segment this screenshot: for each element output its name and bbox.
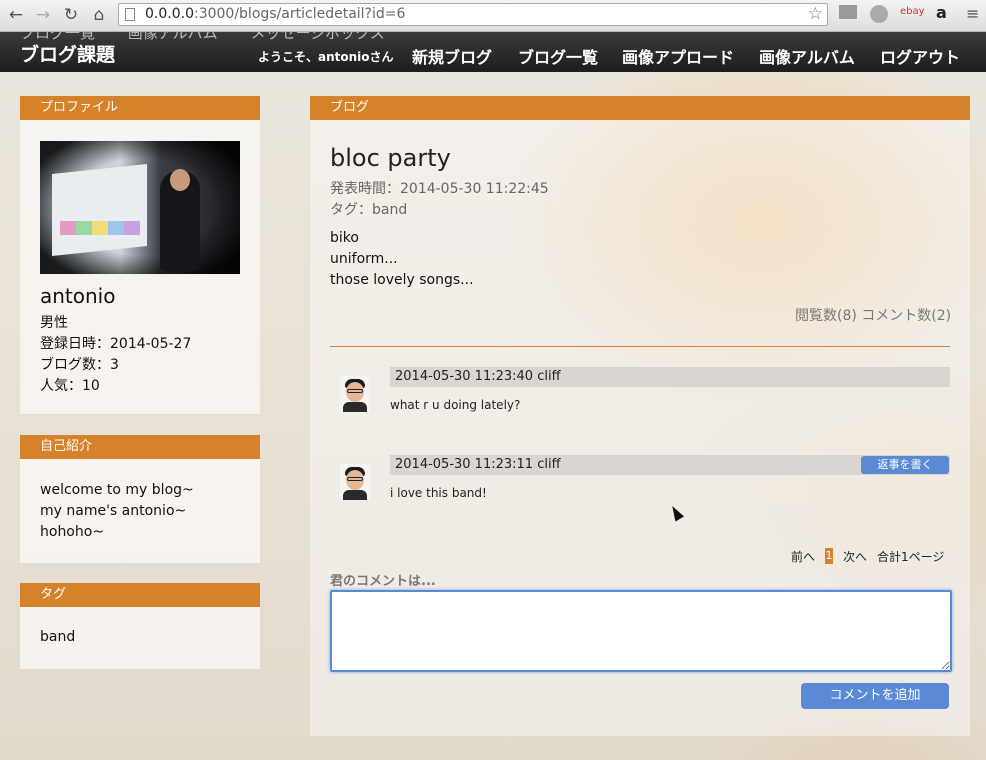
subnav-item[interactable]: メッセージボックス	[250, 32, 384, 42]
gmail-icon[interactable]	[839, 5, 857, 19]
intro-line: hohoho~	[40, 524, 105, 540]
intro-line: welcome to my blog~	[40, 482, 194, 498]
intro-panel: 自己紹介 welcome to my blog~ my name's anton…	[20, 435, 260, 563]
pager-prev[interactable]: 前へ	[791, 548, 815, 565]
divider	[330, 346, 950, 347]
site-brand[interactable]: ブログ課題	[20, 40, 115, 67]
profile-popularity: 人気：10	[40, 378, 100, 394]
intro-line: my name's antonio~	[40, 503, 187, 519]
welcome-text: ようこそ、antonioさん	[258, 50, 394, 64]
site-header: ブログ一覧 画像アルバム メッセージボックス ブログ課題 ようこそ、antoni…	[0, 32, 986, 72]
page-icon	[125, 8, 135, 21]
blog-body-line: biko	[330, 230, 359, 246]
subnav-item[interactable]: 画像アルバム	[128, 32, 218, 42]
profile-panel: プロファイル antonio 男性 登録日時：2014-05-27 ブログ数：3…	[20, 96, 260, 414]
profile-name: antonio	[40, 284, 116, 308]
comment-textarea[interactable]	[330, 590, 952, 672]
tags-heading: タグ	[20, 583, 260, 607]
tag-link[interactable]: band	[40, 629, 75, 645]
amazon-icon[interactable]: a	[936, 3, 947, 22]
menu-logout[interactable]: ログアウト	[880, 44, 960, 68]
address-bar[interactable]: 0.0.0.0:3000/blogs/articledetail?id=6 ☆	[118, 3, 828, 26]
blog-body-line: uniform...	[330, 251, 398, 267]
commenter-avatar	[340, 464, 370, 500]
blog-body-line: those lovely songs...	[330, 272, 474, 288]
home-icon[interactable]: ⌂	[89, 5, 109, 25]
comment-text: what r u doing lately?	[390, 398, 521, 412]
blog-stats: 閲覧数(8) コメント数(2)	[795, 305, 951, 325]
browser-toolbar: ← → ↻ ⌂ 0.0.0.0:3000/blogs/articledetail…	[0, 0, 986, 32]
globe-icon[interactable]	[870, 5, 888, 23]
comment-form-label: 君のコメントは...	[330, 574, 436, 589]
pager-current: 1	[825, 548, 833, 564]
profile-heading: プロファイル	[20, 96, 260, 120]
comment-text: i love this band!	[390, 486, 487, 500]
tags-panel: タグ band	[20, 583, 260, 669]
menu-icon[interactable]: ≡	[966, 4, 979, 23]
profile-blog-count: ブログ数：3	[40, 357, 119, 373]
menu-image-album[interactable]: 画像アルバム	[759, 44, 855, 68]
menu-image-upload[interactable]: 画像アプロード	[622, 44, 734, 68]
commenter-avatar	[340, 376, 370, 412]
pager-next[interactable]: 次へ	[843, 548, 867, 565]
reply-button[interactable]: 返事を書く	[861, 456, 949, 474]
comments-count: コメント数(2)	[861, 308, 952, 324]
ebay-icon[interactable]: ebay	[900, 6, 925, 17]
bookmark-star-icon[interactable]: ☆	[808, 4, 823, 24]
pager-total: 合計1ページ	[877, 550, 945, 564]
blog-title: bloc party	[330, 144, 451, 172]
comment-header: 2014-05-30 11:23:40 cliff	[390, 367, 950, 387]
menu-new-blog[interactable]: 新規ブログ	[412, 44, 492, 68]
profile-gender: 男性	[40, 315, 68, 331]
views-count: 閲覧数(8)	[795, 308, 857, 324]
profile-photo	[40, 141, 240, 274]
menu-blog-list[interactable]: ブログ一覧	[518, 44, 598, 68]
add-comment-button[interactable]: コメントを追加	[801, 683, 949, 709]
url-text: 0.0.0.0:3000/blogs/articledetail?id=6	[145, 6, 406, 22]
forward-icon[interactable]: →	[33, 5, 53, 25]
blog-published: 発表時間：2014-05-30 11:22:45	[330, 181, 549, 197]
blog-tags: タグ：band	[330, 202, 408, 218]
back-icon[interactable]: ←	[6, 5, 26, 25]
reload-icon[interactable]: ↻	[61, 5, 81, 25]
blog-heading: ブログ	[310, 96, 970, 120]
intro-heading: 自己紹介	[20, 435, 260, 459]
profile-registered: 登録日時：2014-05-27	[40, 336, 192, 352]
